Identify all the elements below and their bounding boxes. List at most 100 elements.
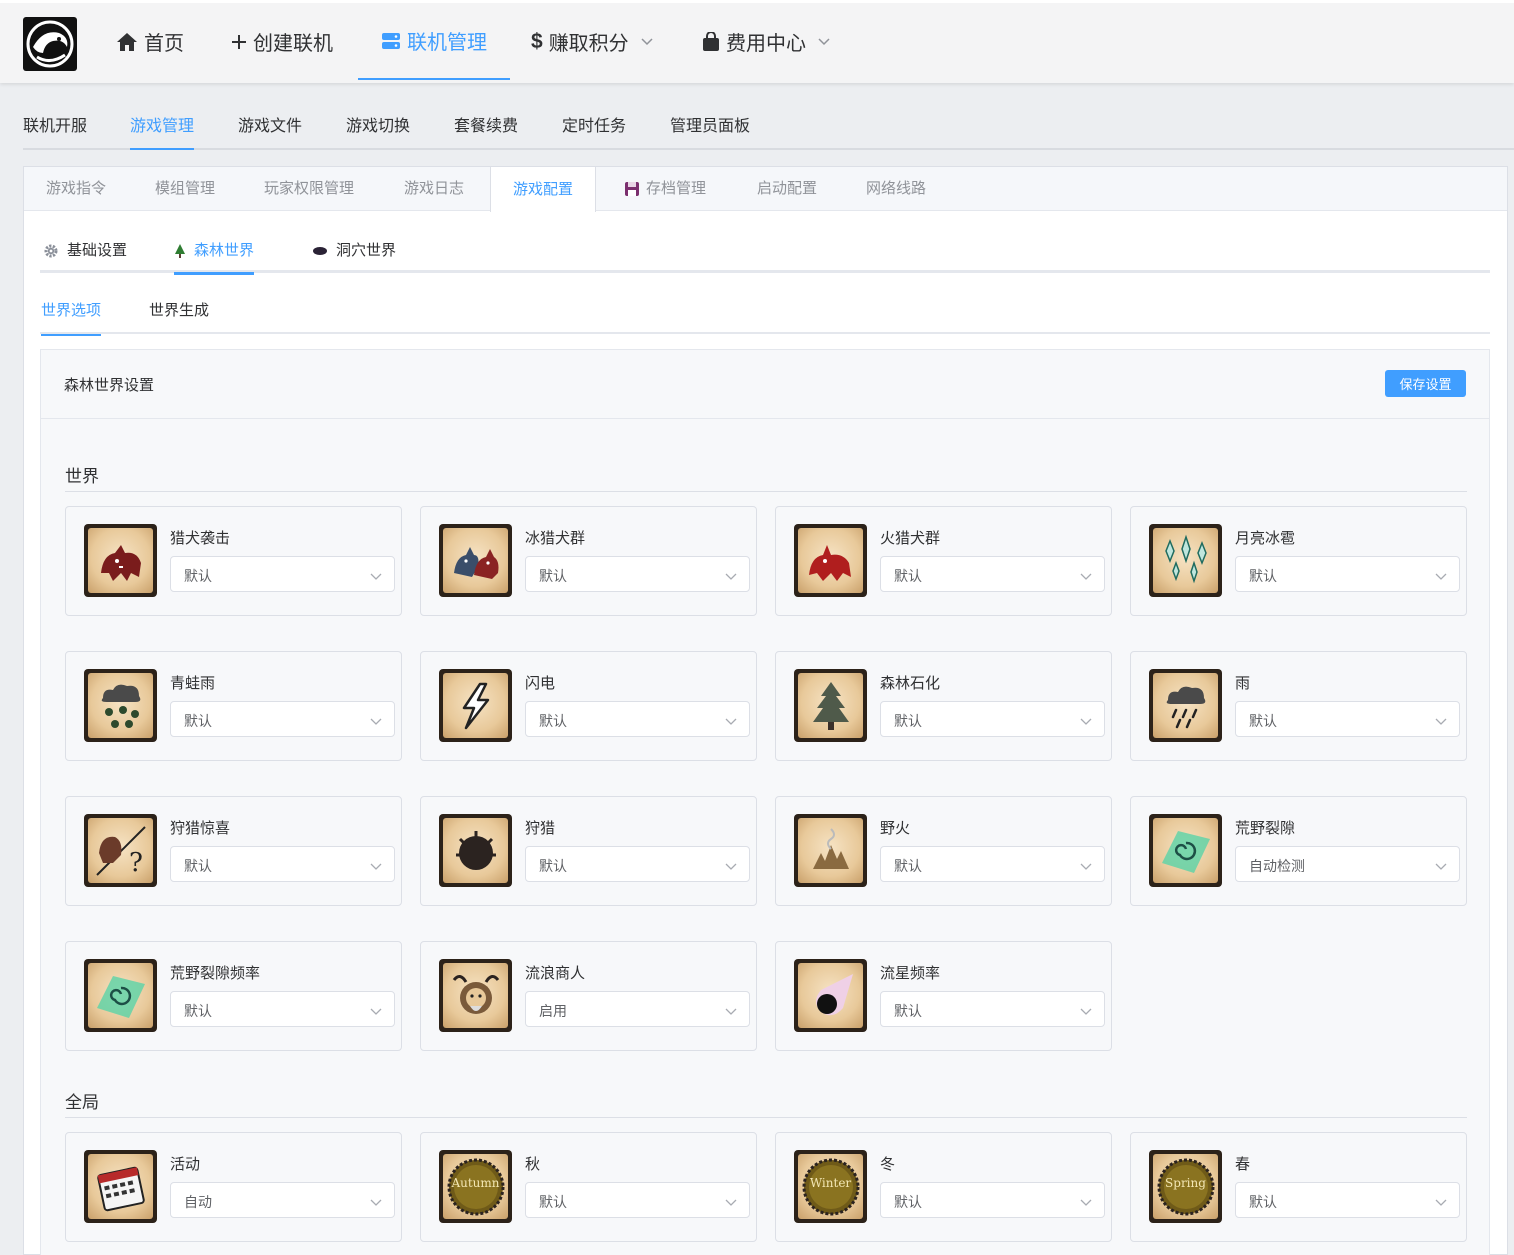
option-card: 森林石化 默认 xyxy=(775,651,1112,761)
option-card: 月亮冰雹 默认 xyxy=(1130,506,1467,616)
option-select[interactable]: 自动 xyxy=(170,1182,395,1218)
tab-basic-settings[interactable]: 基础设置 xyxy=(43,229,127,273)
chevron-down-icon xyxy=(725,1195,737,1207)
option-card: Autumn 秋默认 xyxy=(420,1132,757,1242)
tab-network-route[interactable]: 网络线路 xyxy=(866,167,926,211)
tab-game-files[interactable]: 游戏文件 xyxy=(238,106,302,150)
chevron-down-icon xyxy=(370,1004,382,1016)
tab-game-manage[interactable]: 游戏管理 xyxy=(130,106,195,150)
option-label: 活动 xyxy=(170,1156,201,1173)
lightning-icon xyxy=(439,669,512,742)
tab-server-open[interactable]: 联机开服 xyxy=(23,106,87,150)
option-select[interactable]: 默认 xyxy=(525,846,750,882)
option-label: 野火 xyxy=(880,820,911,837)
chevron-down-icon xyxy=(725,859,737,871)
tab-cave-world[interactable]: 洞穴世界 xyxy=(312,229,396,273)
option-select[interactable]: 默认 xyxy=(170,556,395,592)
meteor-icon xyxy=(794,959,867,1032)
nav-earn[interactable]: $ 赚取积分 xyxy=(531,3,653,80)
tab-game-switch[interactable]: 游戏切换 xyxy=(346,106,410,150)
tab-forest-world[interactable]: 森林世界 xyxy=(174,229,255,275)
nav-home[interactable]: 首页 xyxy=(116,3,184,80)
option-card: 荒野裂隙 自动检测 xyxy=(1130,796,1467,906)
option-select-value: 默认 xyxy=(894,568,922,584)
option-select[interactable]: 默认 xyxy=(170,701,395,737)
nav-create[interactable]: 创建联机 xyxy=(231,3,333,80)
rift-frequency-icon xyxy=(84,959,157,1032)
option-label: 猎犬袭击 xyxy=(170,530,231,547)
option-select-value: 默认 xyxy=(539,1194,567,1210)
option-select[interactable]: 默认 xyxy=(1235,556,1460,592)
config-tabs: 基础设置 森林世界 洞穴世界 xyxy=(40,229,1490,275)
tab-game-commands[interactable]: 游戏指令 xyxy=(46,167,106,211)
option-select[interactable]: 默认 xyxy=(525,701,750,737)
option-select-value: 自动检测 xyxy=(1249,858,1305,874)
tab-world-generation[interactable]: 世界生成 xyxy=(149,292,209,334)
option-select[interactable]: 默认 xyxy=(1235,701,1460,737)
tab-scheduled-tasks[interactable]: 定时任务 xyxy=(562,106,626,150)
section-title-world: 世界 xyxy=(65,462,1467,492)
option-select-value: 默认 xyxy=(894,1194,922,1210)
option-select[interactable]: 默认 xyxy=(170,991,395,1027)
chevron-down-icon xyxy=(1435,1195,1447,1207)
nav-billing[interactable]: 费用中心 xyxy=(702,3,830,80)
option-label: 冬 xyxy=(880,1156,896,1173)
tab-mod-manage[interactable]: 模组管理 xyxy=(155,167,215,211)
chevron-down-icon xyxy=(370,569,382,581)
option-select[interactable]: 启用 xyxy=(525,991,750,1027)
fire-hound-icon xyxy=(794,524,867,597)
chevron-down-icon xyxy=(725,714,737,726)
nav-billing-label: 费用中心 xyxy=(726,33,806,55)
hunt-surprise-icon: ? xyxy=(84,814,157,887)
chevron-down-icon xyxy=(1080,569,1092,581)
option-select[interactable]: 默认 xyxy=(525,1182,750,1218)
game-panel: 游戏指令 模组管理 玩家权限管理 游戏日志 游戏配置 存档管理 启动配置 网络线… xyxy=(23,166,1508,1255)
forest-settings-card: 森林世界设置 保存设置 世界 全局 猎犬袭击 默认 冰猎犬群 默认 火猎犬群 默认 月亮冰雹… xyxy=(40,349,1490,1255)
option-select-value: 默认 xyxy=(539,713,567,729)
site-logo[interactable] xyxy=(23,17,77,71)
option-select-value: 自动 xyxy=(184,1194,212,1210)
main-tabs: 联机开服 游戏管理 游戏文件 游戏切换 套餐续费 定时任务 管理员面板 xyxy=(23,106,1514,150)
server-icon xyxy=(381,31,401,51)
chevron-down-icon xyxy=(1435,569,1447,581)
option-select[interactable]: 默认 xyxy=(525,556,750,592)
option-select[interactable]: 默认 xyxy=(880,991,1105,1027)
chevron-down-icon xyxy=(370,859,382,871)
tab-player-permissions[interactable]: 玩家权限管理 xyxy=(264,167,354,211)
chevron-down-icon xyxy=(370,1195,382,1207)
tab-game-config[interactable]: 游戏配置 xyxy=(490,167,597,212)
chevron-down-icon xyxy=(725,569,737,581)
option-select[interactable]: 默认 xyxy=(1235,1182,1460,1218)
option-select-value: 默认 xyxy=(1249,713,1277,729)
tab-save-manage[interactable]: 存档管理 xyxy=(624,167,706,211)
tab-admin-panel[interactable]: 管理员面板 xyxy=(670,106,750,150)
nav-create-label: 创建联机 xyxy=(253,33,333,55)
floppy-disk-icon xyxy=(624,181,640,197)
option-label: 雨 xyxy=(1235,675,1251,692)
section-title-global: 全局 xyxy=(65,1088,1467,1118)
tab-game-logs[interactable]: 游戏日志 xyxy=(404,167,464,211)
option-select[interactable]: 默认 xyxy=(170,846,395,882)
option-select[interactable]: 默认 xyxy=(880,846,1105,882)
option-card: 活动自动 xyxy=(65,1132,402,1242)
chevron-down-icon xyxy=(1080,714,1092,726)
spring-icon: Spring xyxy=(1149,1150,1222,1223)
option-select-value: 启用 xyxy=(539,1003,567,1019)
plus-icon xyxy=(231,34,247,50)
chevron-down-icon xyxy=(1080,1004,1092,1016)
option-select[interactable]: 自动检测 xyxy=(1235,846,1460,882)
option-select[interactable]: 默认 xyxy=(880,1182,1105,1218)
option-label: 月亮冰雹 xyxy=(1235,530,1296,547)
nav-manage[interactable]: 联机管理 xyxy=(358,3,510,80)
tab-renew[interactable]: 套餐续费 xyxy=(454,106,518,150)
option-label: 森林石化 xyxy=(880,675,941,692)
autumn-icon: Autumn xyxy=(439,1150,512,1223)
save-settings-button[interactable]: 保存设置 xyxy=(1385,370,1466,397)
option-label: 青蛙雨 xyxy=(170,675,216,692)
tab-world-options[interactable]: 世界选项 xyxy=(41,292,102,336)
option-select[interactable]: 默认 xyxy=(880,701,1105,737)
tab-launch-config[interactable]: 启动配置 xyxy=(757,167,817,211)
winter-icon: Winter xyxy=(794,1150,867,1223)
hound-icon xyxy=(84,524,157,597)
option-select[interactable]: 默认 xyxy=(880,556,1105,592)
